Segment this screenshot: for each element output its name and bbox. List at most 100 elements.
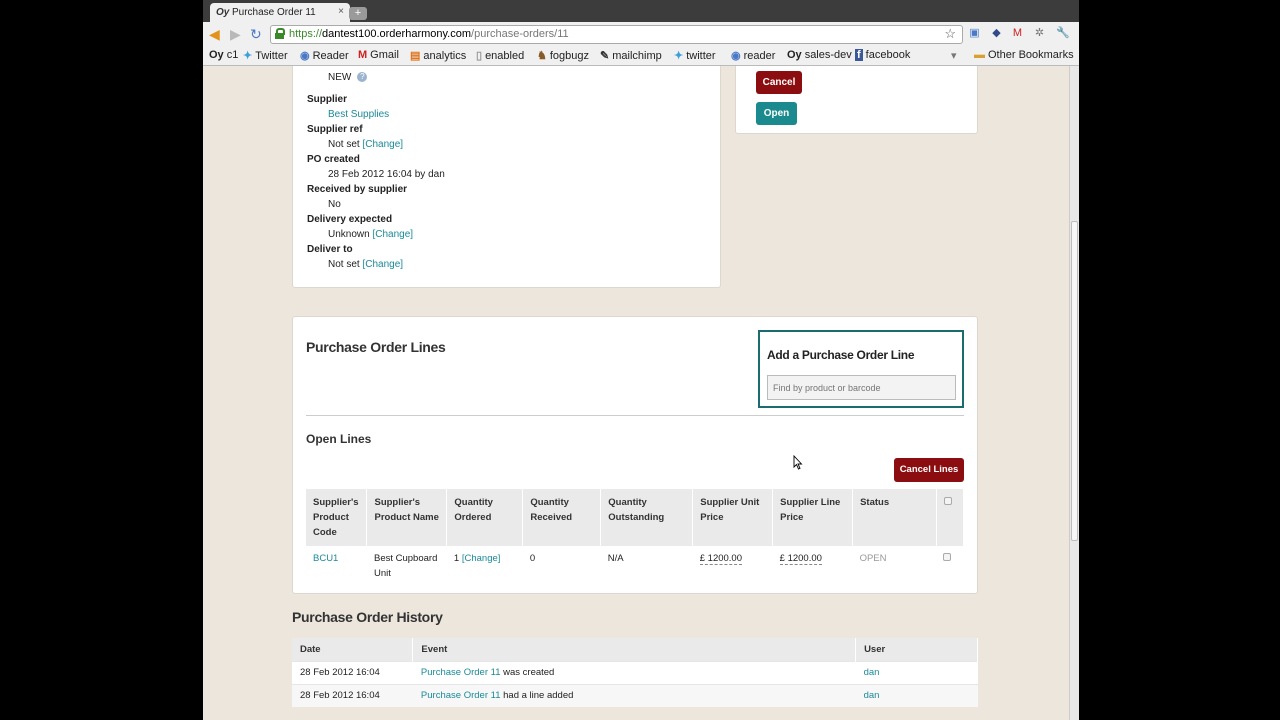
back-arrow-icon[interactable]: ◀ xyxy=(209,26,220,42)
supplier-label: Supplier xyxy=(307,94,348,105)
bookmark-sales-dev[interactable]: Oy sales-dev xyxy=(787,49,852,61)
change-deliver-to-link[interactable]: [Change] xyxy=(362,259,403,270)
scrollbar-thumb[interactable] xyxy=(1071,221,1078,541)
history-date: 28 Feb 2012 16:04 xyxy=(292,660,413,684)
col-product-code[interactable]: Supplier's Product Code xyxy=(306,489,368,546)
bookmark-star-icon[interactable]: ☆ xyxy=(944,26,956,42)
col-qty-outstanding[interactable]: Quantity Outstanding xyxy=(600,489,694,546)
history-date: 28 Feb 2012 16:04 xyxy=(292,683,413,707)
gmail-checker-icon[interactable]: M xyxy=(1011,27,1024,40)
supplier-ref-label: Supplier ref xyxy=(307,124,363,135)
vertical-scrollbar[interactable] xyxy=(1069,66,1079,720)
add-line-panel: Add a Purchase Order Line xyxy=(758,330,964,408)
history-user: dan xyxy=(855,660,978,684)
tab-purchase-order[interactable]: Oy Purchase Order 11 × xyxy=(210,3,350,22)
event-po-link[interactable]: Purchase Order 11 xyxy=(421,690,501,701)
bookmark-facebook[interactable]: f facebook xyxy=(855,49,910,61)
analytics-icon: ▤ xyxy=(410,50,421,62)
bookmark-enabled[interactable]: ▯ enabled xyxy=(476,49,524,62)
supplier-link[interactable]: Best Supplies xyxy=(328,109,389,120)
extension-icon[interactable]: ▣ xyxy=(968,27,981,40)
cell-received: 0 xyxy=(529,553,536,564)
bookmarks-bar: Oy c1 ✦ Twitter ◉ Reader M Gmail ▤ analytics … xyxy=(203,46,1079,66)
change-delivery-link[interactable]: [Change] xyxy=(372,229,413,240)
wrench-icon[interactable]: 🔧 xyxy=(1056,27,1070,40)
user-link[interactable]: dan xyxy=(864,690,880,701)
open-lines-title: Open Lines xyxy=(306,432,372,446)
twitter-icon: ✦ xyxy=(243,50,253,62)
bookmark-gmail[interactable]: M Gmail xyxy=(358,49,399,61)
bookmark-c1[interactable]: Oy c1 xyxy=(209,49,238,61)
delivery-expected-label: Delivery expected xyxy=(307,214,393,225)
line-price-editable[interactable]: £ 1200.00 xyxy=(779,553,822,565)
row-checkbox[interactable] xyxy=(943,553,952,561)
page-icon: ▯ xyxy=(476,50,483,62)
col-status[interactable]: Status xyxy=(852,489,937,546)
reload-icon[interactable]: ↻ xyxy=(250,26,262,42)
cancel-lines-button[interactable]: Cancel Lines xyxy=(894,458,964,482)
table-row: BCU1 Best Cupboard Unit 1 [Change] 0 N/A… xyxy=(306,546,964,586)
history-event: Purchase Order 11 was created xyxy=(412,660,856,684)
col-user: User xyxy=(855,638,978,661)
history-header-row: Date Event User xyxy=(292,638,978,661)
bookmark-analytics[interactable]: ▤ analytics xyxy=(410,49,466,62)
po-created-label: PO created xyxy=(307,154,360,165)
reader-icon: ◉ xyxy=(731,50,741,62)
history-table: Date Event User 28 Feb 2012 16:04 Purcha… xyxy=(292,638,978,707)
history-event: Purchase Order 11 had a line added xyxy=(412,683,856,707)
cancel-button[interactable]: Cancel xyxy=(756,71,802,94)
product-code-link[interactable]: BCU1 xyxy=(313,553,338,564)
deliver-to-value: Not set [Change] xyxy=(328,259,404,270)
oh-favicon-icon: Oy xyxy=(209,49,224,61)
bookmarks-overflow-chevron-icon[interactable]: ▾ xyxy=(951,49,957,62)
col-unit-price[interactable]: Supplier Unit Price xyxy=(692,489,774,546)
url-path: /purchase-orders/11 xyxy=(471,28,569,40)
col-line-price[interactable]: Supplier Line Price xyxy=(772,489,854,546)
history-title: Purchase Order History xyxy=(292,609,443,625)
cell-outstanding: N/A xyxy=(607,553,624,564)
history-row: 28 Feb 2012 16:04 Purchase Order 11 was … xyxy=(292,660,978,684)
history-row: 28 Feb 2012 16:04 Purchase Order 11 had … xyxy=(292,683,978,707)
product-search-input[interactable] xyxy=(767,375,956,400)
lines-section-title: Purchase Order Lines xyxy=(306,339,446,355)
unit-price-editable[interactable]: £ 1200.00 xyxy=(699,553,742,565)
table-header-row: Supplier's Product Code Supplier's Produ… xyxy=(306,489,965,546)
col-select-all xyxy=(936,489,965,546)
bookmark-twitter[interactable]: ✦ Twitter xyxy=(243,49,288,62)
change-quantity-link[interactable]: [Change] xyxy=(462,553,501,564)
select-all-checkbox[interactable] xyxy=(943,497,952,505)
forward-arrow-icon[interactable]: ▶ xyxy=(230,26,241,42)
bookmark-manager-icon[interactable]: ◆ xyxy=(990,27,1003,40)
tab-title: Purchase Order 11 xyxy=(232,7,316,18)
cell-status: OPEN xyxy=(853,546,937,586)
reader-icon: ◉ xyxy=(300,50,310,62)
col-qty-received[interactable]: Quantity Received xyxy=(522,489,602,546)
new-tab-button[interactable]: + xyxy=(349,7,367,20)
folder-icon: ▬ xyxy=(974,49,985,61)
cell-name: Best Cupboard Unit xyxy=(373,553,438,579)
bookmark-twitter-2[interactable]: ✦ twitter xyxy=(674,49,716,62)
address-bar[interactable]: https://dantest100.orderharmony.com/purc… xyxy=(270,25,963,44)
mailchimp-icon: ✎ xyxy=(600,50,610,62)
bookmark-other[interactable]: ▬ Other Bookmarks xyxy=(974,49,1074,61)
col-event: Event xyxy=(412,638,857,661)
info-icon[interactable]: ? xyxy=(357,72,368,83)
close-tab-icon[interactable]: × xyxy=(338,6,344,17)
deliver-to-label: Deliver to xyxy=(307,244,353,255)
open-button[interactable]: Open xyxy=(756,102,797,125)
user-link[interactable]: dan xyxy=(864,667,880,678)
lock-icon xyxy=(275,28,285,39)
purchase-order-details-card: NEW? Supplier Best Supplies Supplier ref… xyxy=(292,66,721,288)
event-po-link[interactable]: Purchase Order 11 xyxy=(421,667,501,678)
bookmark-reader[interactable]: ◉ Reader xyxy=(300,49,349,62)
bookmark-reader-2[interactable]: ◉ reader xyxy=(731,49,775,62)
cell-unit-price: £ 1200.00 xyxy=(693,546,773,586)
change-supplier-ref-link[interactable]: [Change] xyxy=(362,139,403,150)
bookmark-mailchimp[interactable]: ✎ mailchimp xyxy=(600,49,662,62)
bookmark-fogbugz[interactable]: ♞ fogbugz xyxy=(537,49,589,62)
col-qty-ordered[interactable]: Quantity Ordered xyxy=(446,489,524,546)
col-product-name[interactable]: Supplier's Product Name xyxy=(366,489,448,546)
settings-gear-icon[interactable]: ✲ xyxy=(1033,27,1046,40)
fogbugz-icon: ♞ xyxy=(537,50,547,62)
facebook-icon: f xyxy=(855,49,863,61)
